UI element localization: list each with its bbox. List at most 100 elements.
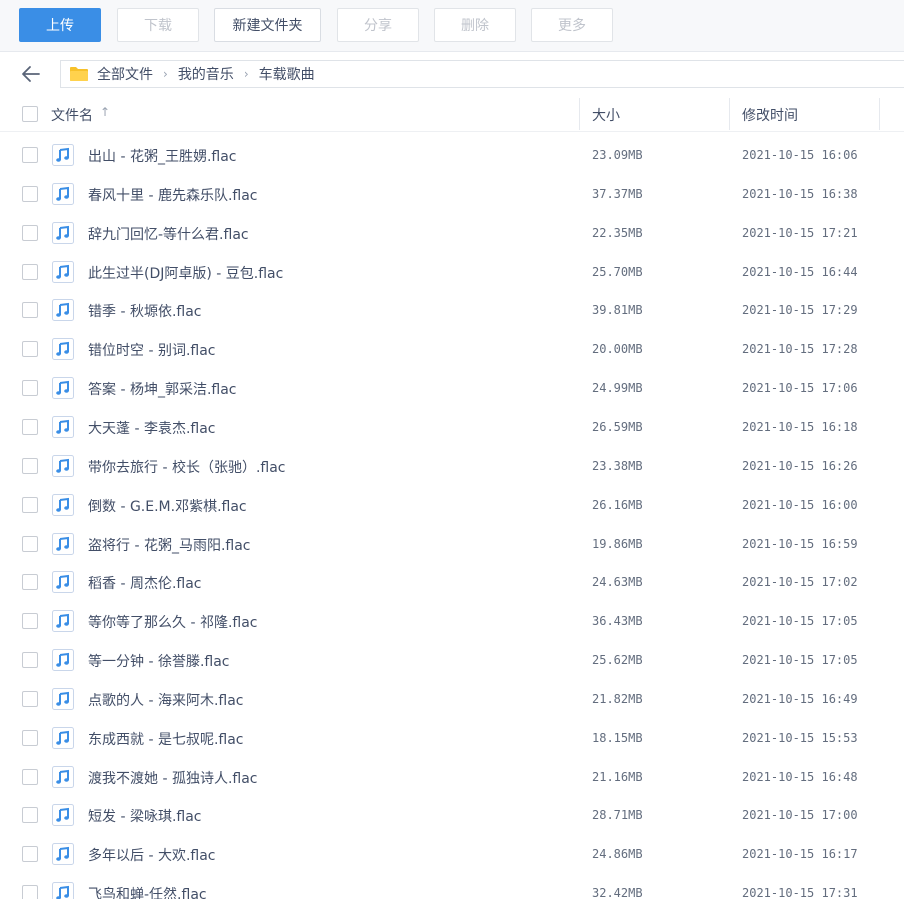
file-name[interactable]: 倒数 - G.E.M.邓紫棋.flac <box>88 496 247 516</box>
folder-icon <box>69 66 89 82</box>
music-file-icon <box>52 493 74 516</box>
breadcrumb-item-car-songs[interactable]: 车载歌曲 <box>259 64 315 84</box>
new-folder-button[interactable]: 新建文件夹 <box>214 8 321 42</box>
music-file-icon <box>52 299 74 322</box>
file-row[interactable]: 东成西就 - 是七叔呢.flac 18.15MB 2021-10-15 15:53 <box>0 719 904 758</box>
row-checkbox[interactable] <box>22 496 38 513</box>
breadcrumb-item-all-files[interactable]: 全部文件 <box>97 64 153 84</box>
row-checkbox[interactable] <box>22 302 38 319</box>
file-row[interactable]: 大天蓬 - 李袁杰.flac 26.59MB 2021-10-15 16:18 <box>0 408 904 447</box>
file-name[interactable]: 此生过半(DJ阿卓版) - 豆包.flac <box>88 263 283 283</box>
music-file-icon <box>52 144 74 166</box>
file-name[interactable]: 带你去旅行 - 校长（张驰）.flac <box>88 457 286 477</box>
row-checkbox[interactable] <box>22 885 38 899</box>
file-modified-time: 2021-10-15 16:26 <box>742 458 858 473</box>
row-checkbox[interactable] <box>22 690 38 707</box>
file-row[interactable]: 等一分钟 - 徐誉滕.flac 25.62MB 2021-10-15 17:05 <box>0 641 904 680</box>
download-button[interactable]: 下载 <box>117 8 199 42</box>
column-divider[interactable] <box>879 98 880 130</box>
delete-button[interactable]: 删除 <box>434 8 516 42</box>
file-size: 20.00MB <box>592 342 643 357</box>
row-checkbox[interactable] <box>22 846 38 863</box>
row-checkbox[interactable] <box>22 147 38 163</box>
row-checkbox[interactable] <box>22 807 38 824</box>
file-modified-time: 2021-10-15 16:38 <box>742 186 858 201</box>
row-checkbox[interactable] <box>22 224 38 241</box>
file-name[interactable]: 东成西就 - 是七叔呢.flac <box>88 729 244 749</box>
column-divider[interactable] <box>729 98 730 130</box>
file-row[interactable]: 春风十里 - 鹿先森乐队.flac 37.37MB 2021-10-15 16:38 <box>0 175 904 214</box>
row-checkbox[interactable] <box>22 457 38 474</box>
music-file-icon <box>52 804 74 827</box>
sort-ascending-icon[interactable]: ↑ <box>100 105 110 119</box>
row-checkbox[interactable] <box>22 341 38 358</box>
file-name[interactable]: 等你等了那么久 - 祁隆.flac <box>88 612 258 632</box>
row-checkbox[interactable] <box>22 185 38 202</box>
file-row[interactable]: 出山 - 花粥_王胜娚.flac 23.09MB 2021-10-15 16:06 <box>0 136 904 175</box>
file-row[interactable]: 错位时空 - 别词.flac 20.00MB 2021-10-15 17:28 <box>0 330 904 369</box>
column-divider[interactable] <box>579 98 580 130</box>
file-row[interactable]: 此生过半(DJ阿卓版) - 豆包.flac 25.70MB 2021-10-15 1… <box>0 253 904 292</box>
file-row[interactable]: 辞九门回忆-等什么君.flac 22.35MB 2021-10-15 17:21 <box>0 214 904 253</box>
column-header-modified[interactable]: 修改时间 <box>742 105 798 125</box>
file-row[interactable]: 答案 - 杨坤_郭采洁.flac 24.99MB 2021-10-15 17:06 <box>0 369 904 408</box>
upload-button[interactable]: 上传 <box>19 8 101 42</box>
file-row[interactable]: 盗将行 - 花粥_马雨阳.flac 19.86MB 2021-10-15 16:59 <box>0 525 904 564</box>
file-name[interactable]: 飞鸟和蝉-任然.flac <box>88 884 207 899</box>
file-row[interactable]: 倒数 - G.E.M.邓紫棋.flac 26.16MB 2021-10-15 16:… <box>0 486 904 525</box>
file-row[interactable]: 带你去旅行 - 校长（张驰）.flac 23.38MB 2021-10-15 16:… <box>0 447 904 486</box>
file-name[interactable]: 答案 - 杨坤_郭采洁.flac <box>88 379 237 399</box>
file-size: 25.70MB <box>592 264 643 279</box>
row-checkbox[interactable] <box>22 535 38 552</box>
file-name[interactable]: 错位时空 - 别词.flac <box>88 340 216 360</box>
file-name[interactable]: 等一分钟 - 徐誉滕.flac <box>88 651 230 671</box>
row-checkbox[interactable] <box>22 574 38 591</box>
row-checkbox[interactable] <box>22 729 38 746</box>
music-file-icon <box>52 377 74 400</box>
file-name[interactable]: 稻香 - 周杰伦.flac <box>88 573 202 593</box>
more-button[interactable]: 更多 <box>531 8 613 42</box>
select-all-checkbox[interactable] <box>22 106 38 122</box>
column-header-size[interactable]: 大小 <box>592 105 620 125</box>
file-modified-time: 2021-10-15 16:06 <box>742 148 858 162</box>
file-name[interactable]: 多年以后 - 大欢.flac <box>88 845 216 865</box>
file-row[interactable]: 短发 - 梁咏琪.flac 28.71MB 2021-10-15 17:00 <box>0 796 904 835</box>
music-file-icon <box>52 610 74 633</box>
file-row[interactable]: 稻香 - 周杰伦.flac 24.63MB 2021-10-15 17:02 <box>0 563 904 602</box>
file-list-header: 文件名 ↑ 大小 修改时间 <box>0 96 904 132</box>
file-name[interactable]: 错季 - 秋塬依.flac <box>88 301 202 321</box>
file-name[interactable]: 大天蓬 - 李袁杰.flac <box>88 418 216 438</box>
file-row[interactable]: 渡我不渡她 - 孤独诗人.flac 21.16MB 2021-10-15 16:48 <box>0 758 904 797</box>
back-arrow-icon[interactable] <box>20 64 42 84</box>
row-checkbox[interactable] <box>22 418 38 435</box>
file-name[interactable]: 渡我不渡她 - 孤独诗人.flac <box>88 768 258 788</box>
file-name[interactable]: 短发 - 梁咏琪.flac <box>88 806 202 826</box>
breadcrumb-item-my-music[interactable]: 我的音乐 <box>178 64 234 84</box>
file-modified-time: 2021-10-15 17:21 <box>742 225 858 240</box>
share-button[interactable]: 分享 <box>337 8 419 42</box>
row-checkbox[interactable] <box>22 652 38 669</box>
breadcrumb-separator: › <box>243 67 249 81</box>
music-file-icon <box>52 415 74 438</box>
row-checkbox[interactable] <box>22 380 38 397</box>
file-size: 25.62MB <box>592 653 643 668</box>
file-size: 23.38MB <box>592 458 643 473</box>
file-row[interactable]: 飞鸟和蝉-任然.flac 32.42MB 2021-10-15 17:31 <box>0 874 904 899</box>
file-name[interactable]: 出山 - 花粥_王胜娚.flac <box>88 146 237 166</box>
file-name[interactable]: 春风十里 - 鹿先森乐队.flac <box>88 185 258 205</box>
row-checkbox[interactable] <box>22 768 38 785</box>
music-file-icon <box>52 182 74 205</box>
file-row[interactable]: 点歌的人 - 海来阿木.flac 21.82MB 2021-10-15 16:49 <box>0 680 904 719</box>
file-name[interactable]: 盗将行 - 花粥_马雨阳.flac <box>88 535 251 555</box>
row-checkbox[interactable] <box>22 263 38 280</box>
row-checkbox[interactable] <box>22 613 38 630</box>
file-row[interactable]: 等你等了那么久 - 祁隆.flac 36.43MB 2021-10-15 17:05 <box>0 602 904 641</box>
column-header-name[interactable]: 文件名 <box>51 105 93 125</box>
file-modified-time: 2021-10-15 17:31 <box>742 886 858 899</box>
file-modified-time: 2021-10-15 17:29 <box>742 303 858 318</box>
file-name[interactable]: 辞九门回忆-等什么君.flac <box>88 224 249 244</box>
file-name[interactable]: 点歌的人 - 海来阿木.flac <box>88 690 244 710</box>
file-size: 28.71MB <box>592 808 643 823</box>
file-row[interactable]: 错季 - 秋塬依.flac 39.81MB 2021-10-15 17:29 <box>0 291 904 330</box>
file-row[interactable]: 多年以后 - 大欢.flac 24.86MB 2021-10-15 16:17 <box>0 835 904 874</box>
